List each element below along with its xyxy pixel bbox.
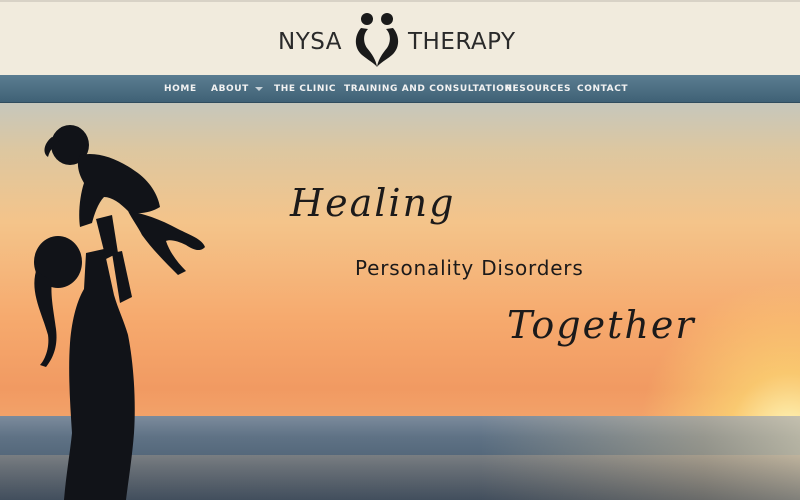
nav-item-home[interactable]: HOME (164, 75, 197, 103)
nav-item-resources[interactable]: RESOURCES (505, 75, 571, 103)
site-header: NYSA THERAPY (0, 0, 800, 75)
hero-tagline-subject: Personality Disorders (355, 256, 584, 280)
nav-training-label: TRAINING AND CONSULTATION (344, 84, 513, 94)
site-logo[interactable]: NYSA THERAPY (278, 10, 518, 68)
nav-item-about[interactable]: ABOUT (211, 75, 263, 103)
hero-tagline-together: Together (507, 303, 696, 347)
hero-tagline-healing: Healing (290, 181, 456, 225)
nav-item-the-clinic[interactable]: THE CLINIC (274, 75, 336, 103)
mother-child-silhouette (34, 125, 205, 500)
nav-home-label: HOME (164, 84, 197, 94)
nav-resources-label: RESOURCES (505, 84, 572, 94)
nav-item-training[interactable]: TRAINING AND CONSULTATION (344, 75, 513, 103)
nav-about-label: ABOUT (211, 84, 249, 94)
nav-item-contact[interactable]: CONTACT (577, 75, 628, 103)
nav-clinic-label: THE CLINIC (274, 84, 337, 94)
two-figures-heart-icon (355, 13, 399, 67)
main-nav: HOME ABOUT THE CLINIC TRAINING AND CONSU… (0, 75, 800, 103)
logo-text-nysa: NYSA (278, 29, 343, 55)
chevron-down-icon (254, 86, 263, 91)
hero-banner: Healing Personality Disorders Together (0, 103, 800, 500)
logo-text-therapy: THERAPY (408, 29, 516, 55)
nav-contact-label: CONTACT (577, 84, 629, 94)
